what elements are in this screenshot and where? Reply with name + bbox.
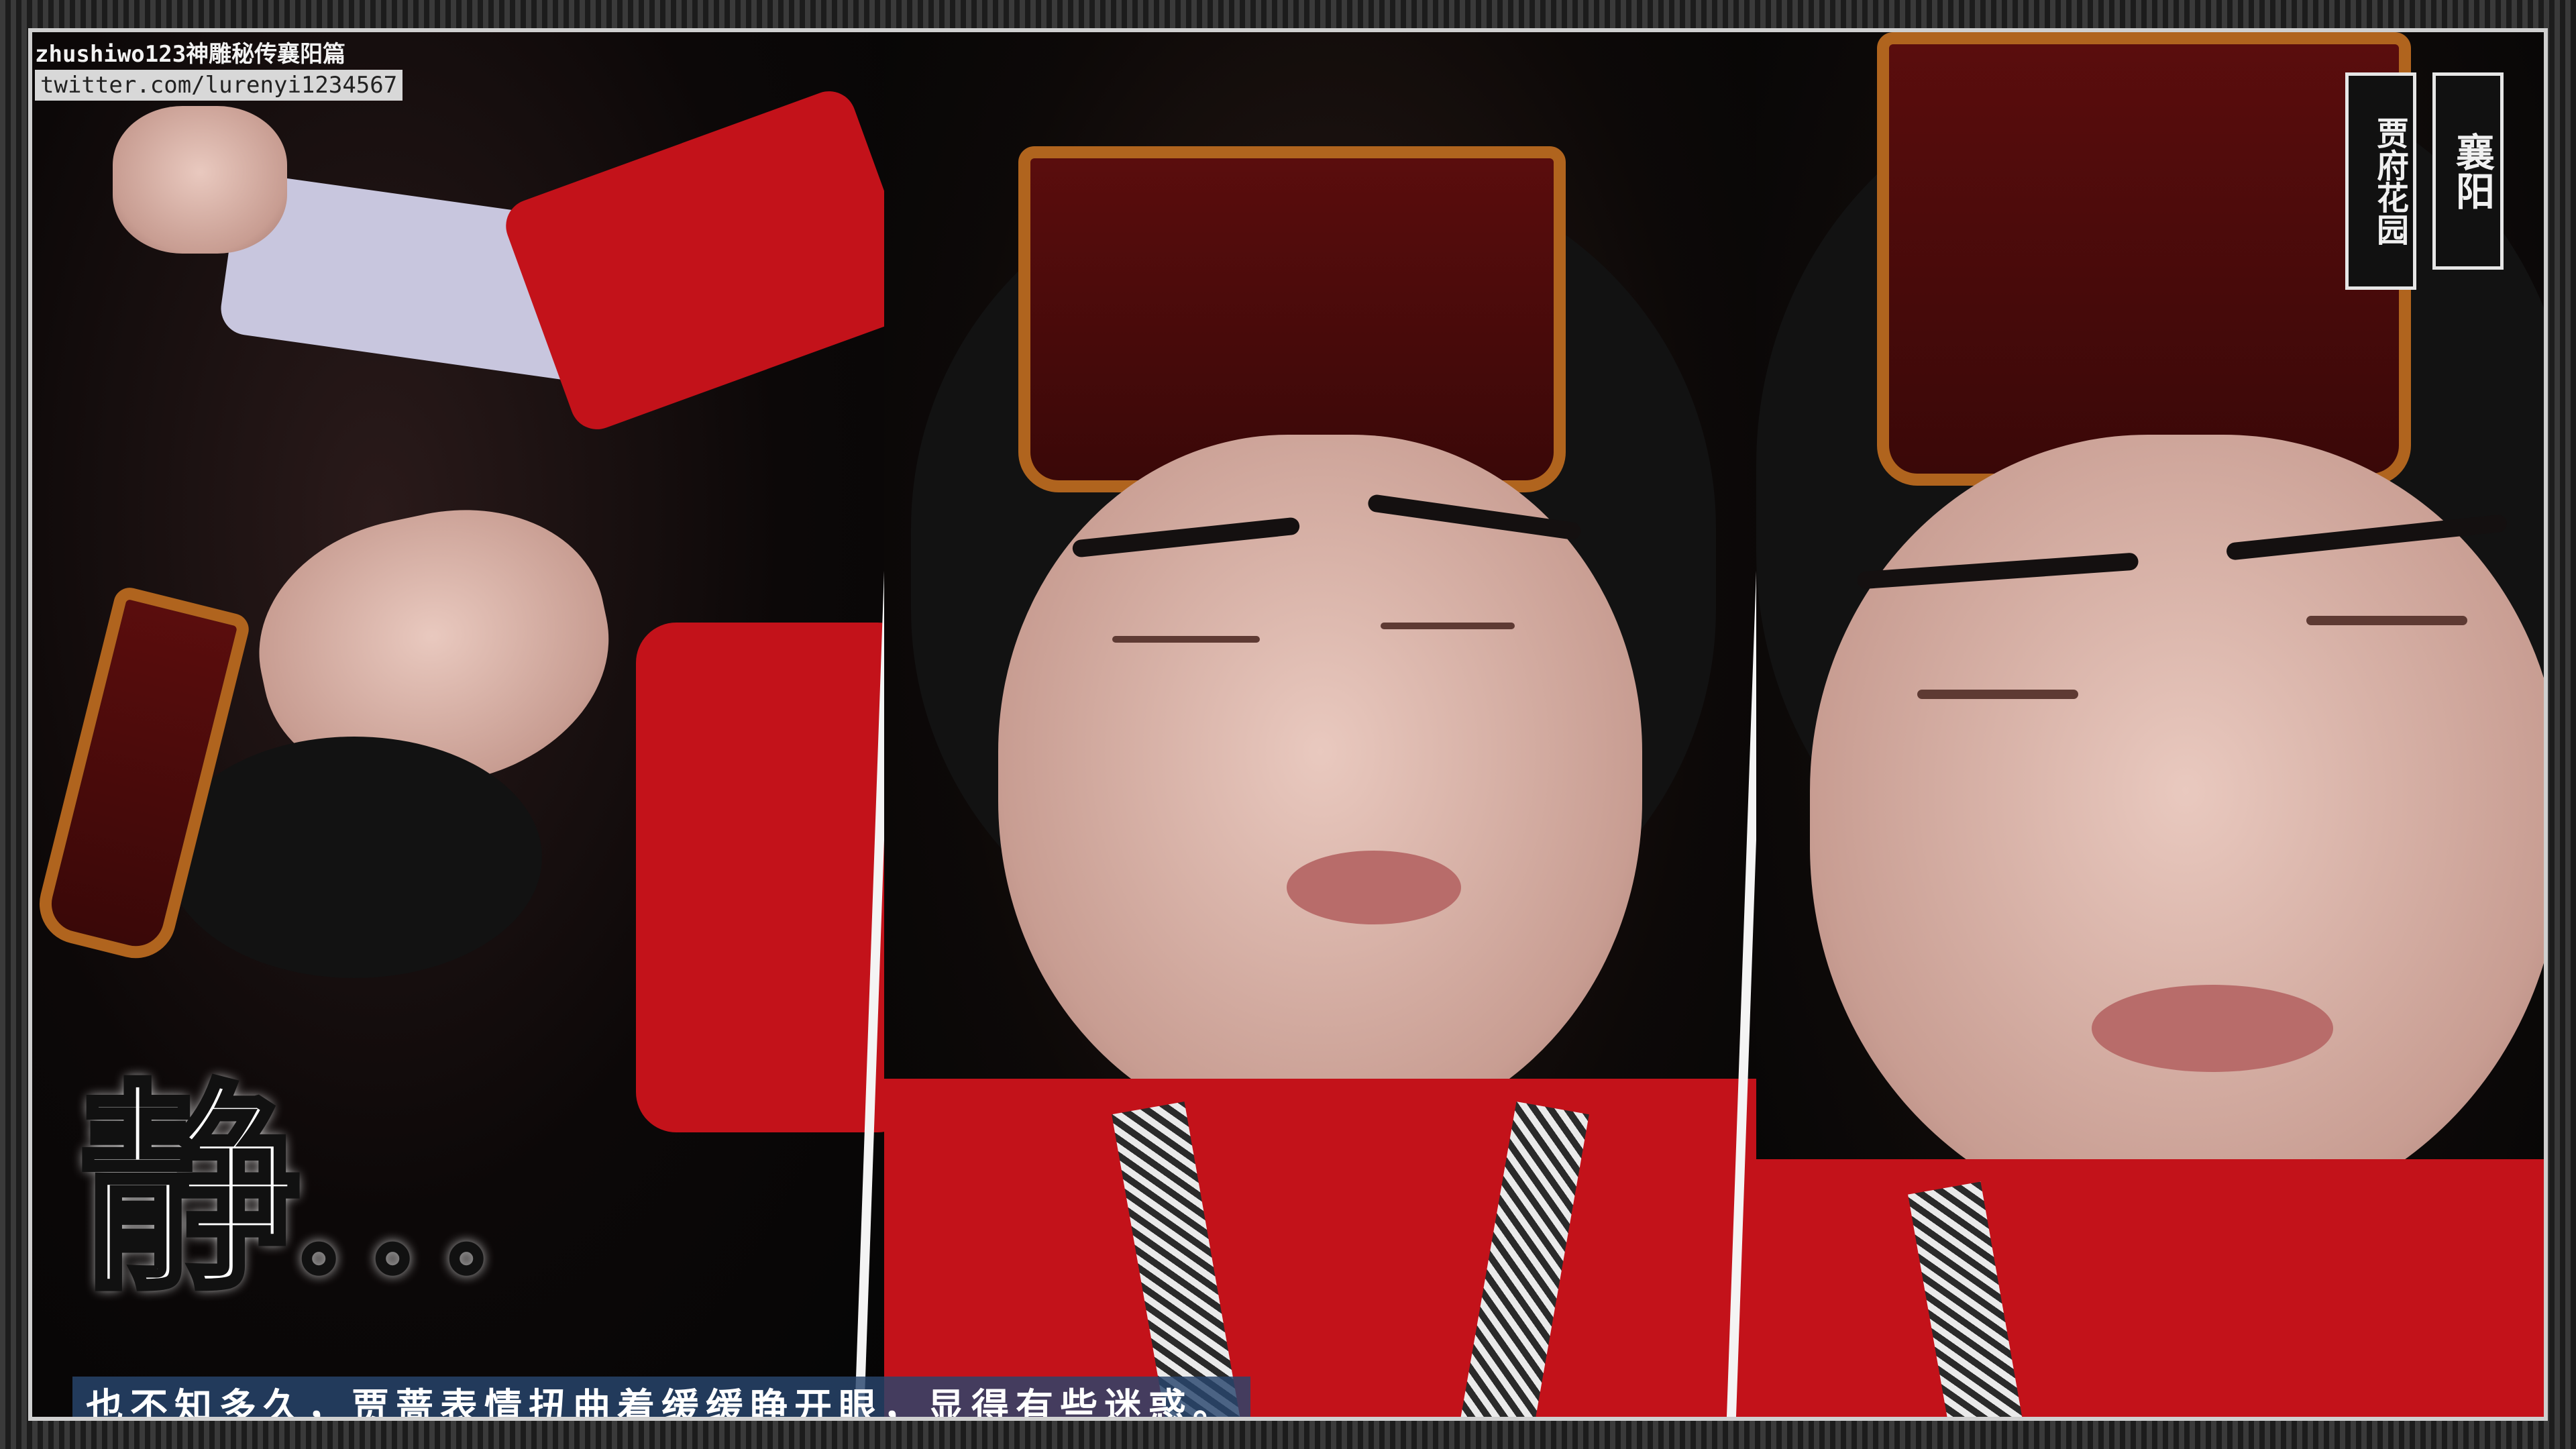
right-eye-closed (1381, 623, 1515, 629)
hair (166, 737, 542, 978)
sfx-dots: 。。。 (299, 1179, 570, 1291)
robe (498, 83, 898, 437)
robe (1756, 1159, 2544, 1417)
sfx-silence: 静。。。 (76, 1076, 570, 1346)
right-eye-half-open (2306, 616, 2467, 625)
robe-lower (636, 623, 898, 1132)
robe (884, 1079, 1770, 1417)
comic-page: 襄阳 贾府花园 静。。。 也不知多久，贾蔷表情扭曲着缓缓睁开眼，显得有些迷惑。 (28, 28, 2548, 1421)
sfx-char: 静 (76, 1059, 303, 1320)
mouth (1287, 851, 1461, 924)
watermark-url: twitter.com/lurenyi1234567 (35, 70, 403, 101)
crown (1877, 32, 2411, 486)
panel-face-eyes-closed (884, 32, 1770, 1417)
location-title: 襄阳 (2432, 72, 2504, 270)
location-subtitle: 贾府花园 (2345, 72, 2416, 290)
watermark-title: zhushiwo123神雕秘传襄阳篇 (35, 41, 346, 68)
left-eye-half-open (1917, 690, 2078, 699)
panel-face-eyes-opening (1756, 32, 2544, 1417)
hand (113, 106, 287, 254)
face (1810, 435, 2544, 1226)
watermark: zhushiwo123神雕秘传襄阳篇 twitter.com/lurenyi12… (35, 39, 403, 101)
mouth (2092, 985, 2333, 1072)
caption-box: 也不知多久，贾蔷表情扭曲着缓缓睁开眼，显得有些迷惑。 (72, 1377, 1250, 1417)
left-eye-closed (1112, 636, 1260, 643)
